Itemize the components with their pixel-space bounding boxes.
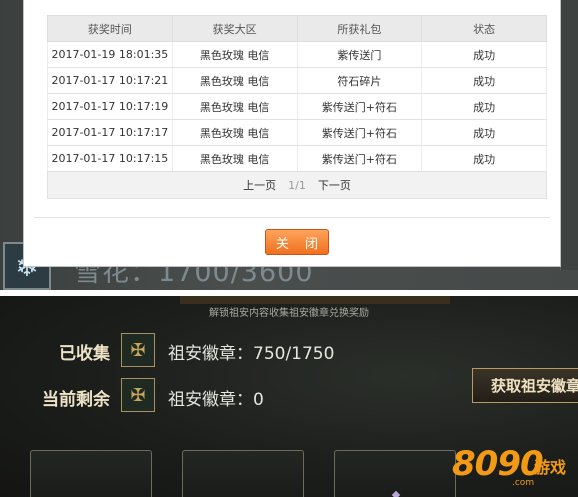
cell-region: 黑色玫瑰 电信 (171, 119, 298, 146)
watermark-domain: .com (512, 478, 535, 488)
cell-status: 成功 (421, 93, 547, 120)
prize-record-modal: 获奖时间 获奖大区 所获礼包 状态 2017-01-19 18:01:35 黑色… (24, 0, 560, 266)
table-header-row: 获奖时间 获奖大区 所获礼包 状态 (47, 15, 547, 42)
panel-subtitle: 解锁祖安内容收集祖安徽章兑换奖励 (209, 308, 369, 319)
cell-package: 紫传送门 (296, 41, 423, 68)
col-header-time: 获奖时间 (47, 15, 173, 42)
col-header-status: 状态 (421, 15, 547, 42)
cell-status: 成功 (421, 119, 547, 146)
cell-region: 黑色玫瑰 电信 (171, 41, 298, 68)
cell-region: 黑色玫瑰 电信 (171, 93, 298, 120)
remaining-value: 祖安徽章：0 (168, 390, 264, 410)
banner-edge (180, 296, 450, 304)
cell-region: 黑色玫瑰 电信 (171, 67, 298, 94)
modal-divider (34, 217, 550, 218)
cell-package: 紫传送门+符石 (296, 119, 423, 146)
table-row: 2017-01-17 10:17:21 黑色玫瑰 电信 符石碎片 成功 (47, 67, 547, 94)
collected-label: 已收集 (59, 344, 110, 364)
cell-status: 成功 (421, 67, 547, 94)
cell-status: 成功 (421, 145, 547, 172)
cell-package: 紫传送门+符石 (296, 93, 423, 120)
cell-time: 2017-01-17 10:17:17 (47, 119, 173, 146)
cell-time: 2017-01-17 10:17:15 (47, 145, 173, 172)
watermark-name: 游戏 (534, 458, 567, 477)
cell-package: 符石碎片 (296, 67, 423, 94)
table-row: 2017-01-19 18:01:35 黑色玫瑰 电信 紫传送门 成功 (47, 41, 547, 68)
page-edge-strip (560, 0, 578, 270)
zaun-emblem-icon: ✠ (121, 378, 155, 412)
col-header-region: 获奖大区 (171, 15, 298, 42)
get-emblem-button[interactable]: 获取祖安徽章 (472, 368, 578, 403)
zaun-emblem-icon: ✠ (121, 333, 155, 367)
col-header-package: 所获礼包 (296, 15, 423, 42)
cell-status: 成功 (421, 41, 547, 68)
cell-time: 2017-01-17 10:17:19 (47, 93, 173, 120)
cell-time: 2017-01-17 10:17:21 (47, 67, 173, 94)
page-indicator: 1/1 (288, 178, 306, 192)
next-page-link[interactable]: 下一页 (318, 177, 351, 193)
site-watermark: 8090 游戏 .com (452, 440, 578, 497)
cell-package: 紫传送门+符石 (296, 145, 423, 172)
remaining-label: 当前剩余 (42, 390, 110, 410)
prev-page-link[interactable]: 上一页 (243, 177, 276, 193)
close-button[interactable]: 关 闭 (265, 229, 329, 255)
prize-record-table: 获奖时间 获奖大区 所获礼包 状态 2017-01-19 18:01:35 黑色… (47, 15, 547, 172)
table-row: 2017-01-17 10:17:15 黑色玫瑰 电信 紫传送门+符石 成功 (47, 145, 547, 172)
reward-card[interactable] (182, 450, 304, 497)
cell-time: 2017-01-19 18:01:35 (47, 41, 173, 68)
cell-region: 黑色玫瑰 电信 (171, 145, 298, 172)
table-row: 2017-01-17 10:17:19 黑色玫瑰 电信 紫传送门+符石 成功 (47, 93, 547, 120)
reward-card[interactable] (30, 450, 152, 497)
collected-value: 祖安徽章：750/1750 (168, 344, 335, 364)
table-row: 2017-01-17 10:17:17 黑色玫瑰 电信 紫传送门+符石 成功 (47, 119, 547, 146)
pagination: 上一页 1/1 下一页 (47, 171, 547, 199)
